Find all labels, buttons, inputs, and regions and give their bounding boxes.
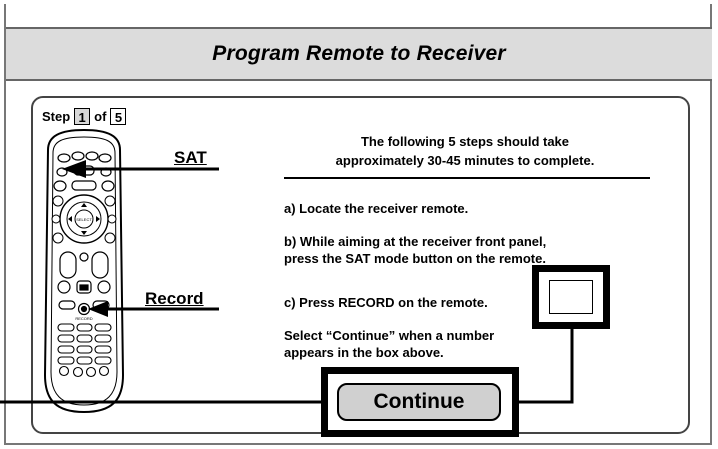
continue-connector-right — [518, 329, 574, 404]
sat-label: SAT — [174, 148, 207, 167]
instruction-a: a) Locate the receiver remote. — [284, 201, 469, 216]
instruction-b-line-1: b) While aiming at the receiver front pa… — [284, 234, 547, 249]
intro-line-2: approximately 30-45 minutes to complete. — [335, 153, 595, 168]
remote-record-label: RECORD — [75, 316, 92, 321]
instruction-select: Select “Continue” when a number appears … — [284, 327, 494, 361]
instruction-select-line-1: Select “Continue” when a number — [284, 328, 495, 343]
intro-divider — [284, 177, 650, 179]
intro-line-1: The following 5 steps should take — [360, 134, 570, 149]
svg-text:SELECT: SELECT — [76, 217, 92, 222]
code-display-box — [549, 280, 593, 314]
instruction-b: b) While aiming at the receiver front pa… — [284, 233, 546, 267]
record-label: Record — [145, 289, 204, 308]
instruction-select-line-2: appears in the box above. — [284, 345, 444, 360]
intro-text: The following 5 steps should take approx… — [280, 132, 650, 170]
instruction-c: c) Press RECORD on the remote. — [284, 295, 488, 310]
remote-dpad: SELECT — [51, 194, 117, 244]
instruction-b-line-2: press the SAT mode button on the remote. — [284, 251, 546, 266]
continue-button[interactable]: Continue — [337, 383, 501, 421]
code-display-highlight — [532, 265, 610, 329]
